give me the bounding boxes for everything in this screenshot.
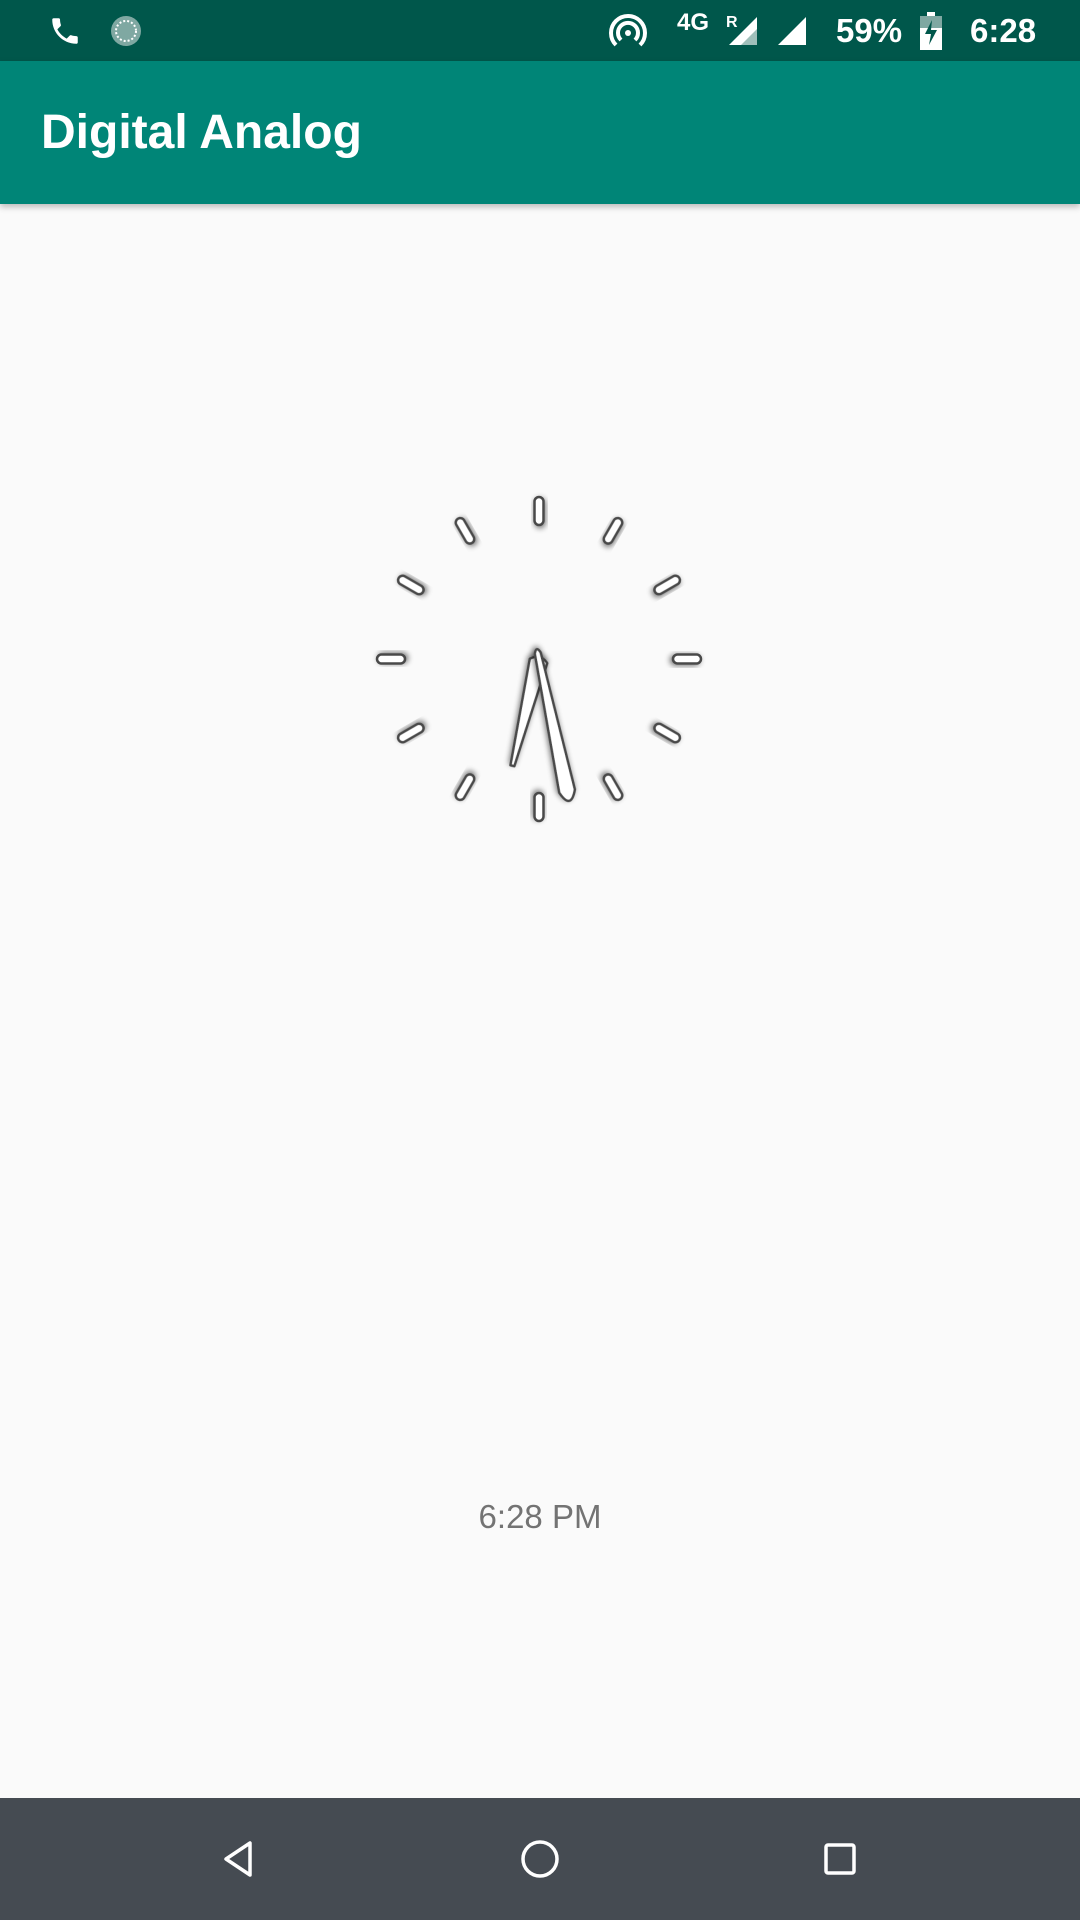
hour-marker-4 [653,722,682,744]
hour-marker-12 [533,495,545,527]
hour-marker-5 [602,773,624,802]
app-title: Digital Analog [41,106,362,159]
app-bar: Digital Analog [0,61,1080,204]
navigation-bar [0,1798,1080,1920]
recents-icon [824,1843,856,1875]
signal-roaming-icon [726,0,760,61]
main-content: 6:28 PM [0,204,1080,1798]
hour-marker-1 [602,516,624,545]
phone-icon [44,0,86,61]
hour-marker-6 [533,791,545,823]
hotspot-icon [606,0,650,61]
home-icon [521,1840,559,1878]
hour-marker-11 [454,516,476,545]
hour-marker-8 [396,722,425,744]
hour-marker-9 [375,653,407,665]
back-button[interactable] [200,1819,280,1899]
status-bar: 4G R 59% 6:28 [0,0,1080,61]
network-type-label: 4G [677,9,710,36]
hour-marker-10 [396,574,425,596]
sync-icon [106,0,146,61]
recents-button[interactable] [800,1819,880,1899]
hour-marker-7 [454,773,476,802]
digital-clock: 6:28 PM [478,1498,602,1535]
signal-icon [774,0,810,61]
home-button[interactable] [500,1819,580,1899]
battery-percent: 59% [836,12,903,49]
hour-marker-2 [653,574,682,596]
battery-charging-icon [918,0,944,61]
hour-marker-3 [671,653,703,665]
back-icon [224,1841,252,1877]
status-time: 6:28 [970,12,1037,49]
analog-clock [375,495,703,823]
